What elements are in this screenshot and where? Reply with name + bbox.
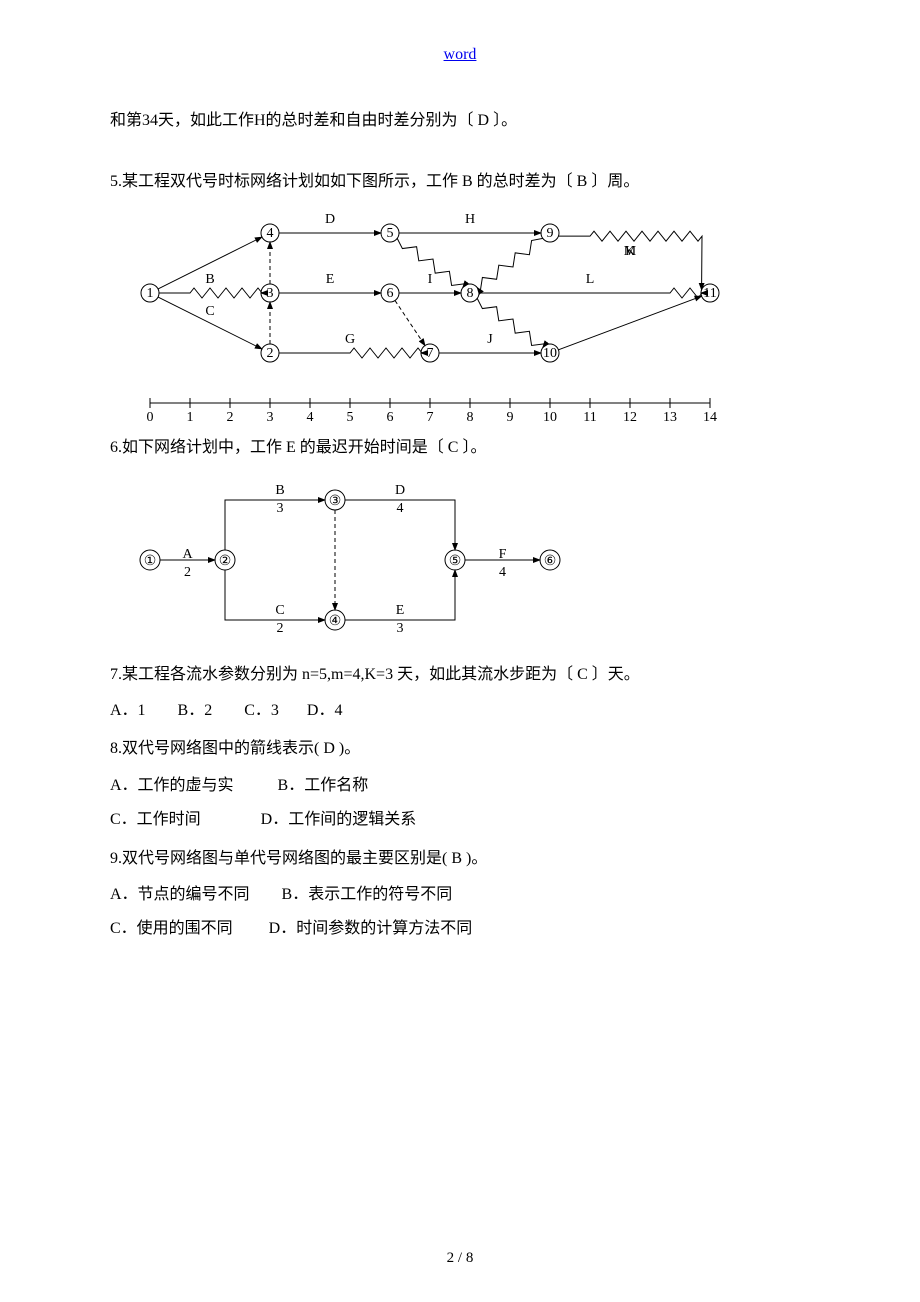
svg-text:0: 0: [147, 410, 154, 423]
q6-figure: ① ② ③ ④ ⑤ ⑥ A 2 B 3 C 2 D 4 E 3 F 4: [130, 470, 590, 650]
svg-text:10: 10: [543, 410, 557, 423]
svg-text:2: 2: [267, 346, 274, 361]
page-footer: 2 / 8: [0, 1244, 920, 1273]
svg-text:I: I: [428, 272, 433, 287]
q7-options: A．1 B．2 C．3 D．4: [110, 696, 810, 726]
svg-text:E: E: [326, 272, 335, 287]
q9-options-row1: A．节点的编号不同 B．表示工作的符号不同: [110, 880, 810, 910]
svg-text:B: B: [205, 272, 214, 287]
svg-text:11: 11: [703, 286, 716, 301]
svg-text:7: 7: [427, 410, 434, 423]
svg-text:8: 8: [467, 286, 474, 301]
q9-text: 9.双代号网络图与单代号网络图的最主要区别是( B )。: [110, 844, 810, 874]
svg-text:14: 14: [703, 410, 717, 423]
svg-text:11: 11: [583, 410, 596, 423]
svg-text:1: 1: [187, 410, 194, 423]
svg-text:C: C: [205, 304, 214, 319]
svg-text:⑥: ⑥: [544, 554, 557, 569]
svg-text:2: 2: [184, 565, 191, 580]
header-link[interactable]: word: [110, 40, 810, 70]
svg-text:5: 5: [387, 226, 394, 241]
q5-figure: 01234567891011121314 1342567891011 ABCDE…: [130, 203, 730, 423]
svg-text:②: ②: [219, 554, 232, 569]
svg-text:D: D: [395, 483, 405, 498]
svg-text:10: 10: [543, 346, 557, 361]
svg-text:⑤: ⑤: [449, 554, 462, 569]
svg-text:M: M: [624, 244, 637, 259]
svg-text:B: B: [275, 483, 284, 498]
svg-text:J: J: [487, 332, 493, 347]
svg-text:6: 6: [387, 410, 394, 423]
svg-text:6: 6: [387, 286, 394, 301]
svg-text:1: 1: [147, 286, 154, 301]
svg-text:H: H: [465, 212, 475, 227]
svg-text:①: ①: [144, 554, 157, 569]
svg-text:12: 12: [623, 410, 637, 423]
svg-text:L: L: [586, 272, 595, 287]
svg-text:9: 9: [507, 410, 514, 423]
header-link-text: word: [444, 46, 477, 63]
svg-text:13: 13: [663, 410, 677, 423]
svg-text:4: 4: [499, 565, 506, 580]
svg-text:2: 2: [227, 410, 234, 423]
svg-text:E: E: [396, 603, 405, 618]
svg-text:4: 4: [267, 226, 274, 241]
q8-options-row1: A．工作的虚与实 B．工作名称: [110, 771, 810, 801]
svg-text:2: 2: [277, 621, 284, 636]
svg-text:C: C: [275, 603, 284, 618]
q8-text: 8.双代号网络图中的箭线表示( D )。: [110, 734, 810, 764]
q9-options-row2: C．使用的围不同 D．时间参数的计算方法不同: [110, 914, 810, 944]
svg-text:3: 3: [277, 501, 284, 516]
svg-text:5: 5: [347, 410, 354, 423]
svg-text:A: A: [182, 547, 193, 562]
svg-text:3: 3: [267, 286, 274, 301]
svg-text:D: D: [325, 212, 335, 227]
q7-text: 7.某工程各流水参数分别为 n=5,m=4,K=3 天，如此其流水步距为〔 C …: [110, 660, 810, 690]
svg-text:4: 4: [307, 410, 314, 423]
svg-text:4: 4: [397, 501, 404, 516]
svg-text:④: ④: [329, 614, 342, 629]
q4-tail: 和第34天，如此工作H的总时差和自由时差分别为〔 D 〕。: [110, 106, 810, 136]
svg-text:F: F: [499, 547, 507, 562]
q5-text: 5.某工程双代号时标网络计划如如下图所示，工作 B 的总时差为〔 B 〕周。: [110, 167, 810, 197]
q8-options-row2: C．工作时间 D．工作间的逻辑关系: [110, 805, 810, 835]
svg-text:3: 3: [267, 410, 274, 423]
svg-text:G: G: [345, 332, 355, 347]
q6-text: 6.如下网络计划中，工作 E 的最迟开始时间是〔 C 〕。: [110, 433, 810, 463]
svg-text:3: 3: [397, 621, 404, 636]
svg-text:7: 7: [427, 346, 434, 361]
svg-text:9: 9: [547, 226, 554, 241]
svg-text:③: ③: [329, 494, 342, 509]
svg-text:8: 8: [467, 410, 474, 423]
